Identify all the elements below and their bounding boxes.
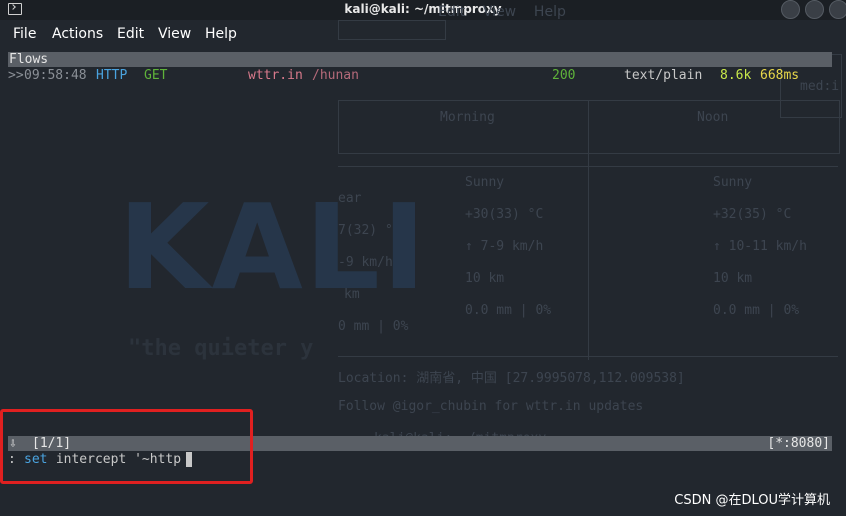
flow-content-type: text/plain bbox=[624, 68, 703, 83]
menu-file[interactable]: File bbox=[13, 26, 36, 42]
flow-path: /hunan bbox=[312, 68, 359, 83]
ghost-follow: Follow @igor_chubin for wttr.in updates bbox=[338, 399, 644, 414]
ghost-location: Location: 湖南省, 中国 [27.9995078,112.009538… bbox=[338, 371, 685, 386]
ghost-box bbox=[338, 100, 840, 154]
flows-title: Flows bbox=[9, 52, 49, 67]
ghost-text: 10 km bbox=[465, 271, 505, 286]
menu-edit[interactable]: Edit bbox=[117, 26, 144, 42]
flows-header: Flows bbox=[8, 52, 832, 67]
flow-row[interactable]: >> 09:58:48 HTTP GET wttr.in /hunan 200 … bbox=[8, 68, 832, 83]
window-titlebar: kali@kali: ~/mitmproxy bbox=[0, 0, 846, 20]
ghost-noon: Noon bbox=[697, 110, 729, 125]
flow-focus-marker: >> bbox=[8, 68, 24, 83]
flow-host: wttr.in bbox=[248, 68, 303, 83]
ghost-text: 10 km bbox=[713, 271, 753, 286]
ghost-text: ↑ 7-9 km/h bbox=[465, 239, 544, 254]
ghost-text: Sunny bbox=[465, 175, 505, 190]
ghost-text: ↑ 10-11 km/h bbox=[713, 239, 807, 254]
ghost-divider bbox=[338, 166, 838, 167]
flow-status: 200 bbox=[552, 68, 576, 83]
flow-duration: 668ms bbox=[760, 68, 800, 83]
watermark: CSDN @在DLOU学计算机 bbox=[674, 493, 830, 508]
minimize-button[interactable] bbox=[781, 0, 800, 19]
annotation-highlight-box bbox=[0, 409, 253, 484]
ghost-morning: Morning bbox=[440, 110, 495, 125]
ghost-divider bbox=[338, 356, 838, 357]
window-title: kali@kali: ~/mitmproxy bbox=[344, 2, 502, 16]
flow-method: GET bbox=[144, 68, 168, 83]
flow-time: 09:58:48 bbox=[24, 68, 87, 83]
menu-help[interactable]: Help bbox=[205, 26, 237, 42]
ghost-divider bbox=[588, 100, 589, 360]
ghost-text: Sunny bbox=[713, 175, 753, 190]
flow-size: 8.6k bbox=[720, 68, 752, 83]
kali-tagline: "the quieter y bbox=[128, 336, 314, 361]
listen-address: [*:8080] bbox=[767, 436, 830, 451]
menu-view[interactable]: View bbox=[158, 26, 191, 42]
close-button[interactable] bbox=[829, 0, 846, 19]
maximize-button[interactable] bbox=[805, 0, 824, 19]
menu-bar: File Actions Edit View Help bbox=[0, 20, 846, 48]
kali-logo: KALI bbox=[118, 178, 428, 316]
flow-scheme: HTTP bbox=[96, 68, 128, 83]
ghost-text: 0.0 mm | 0% bbox=[713, 303, 800, 318]
ghost-text: +30(33) °C bbox=[465, 207, 544, 222]
ghost-menu: Edit View Help bbox=[438, 4, 566, 20]
ghost-text: +32(35) °C bbox=[713, 207, 792, 222]
ghost-text: 0.0 mm | 0% bbox=[465, 303, 552, 318]
ghost-text: 0 mm | 0% bbox=[338, 319, 409, 334]
menu-actions[interactable]: Actions bbox=[52, 26, 103, 42]
